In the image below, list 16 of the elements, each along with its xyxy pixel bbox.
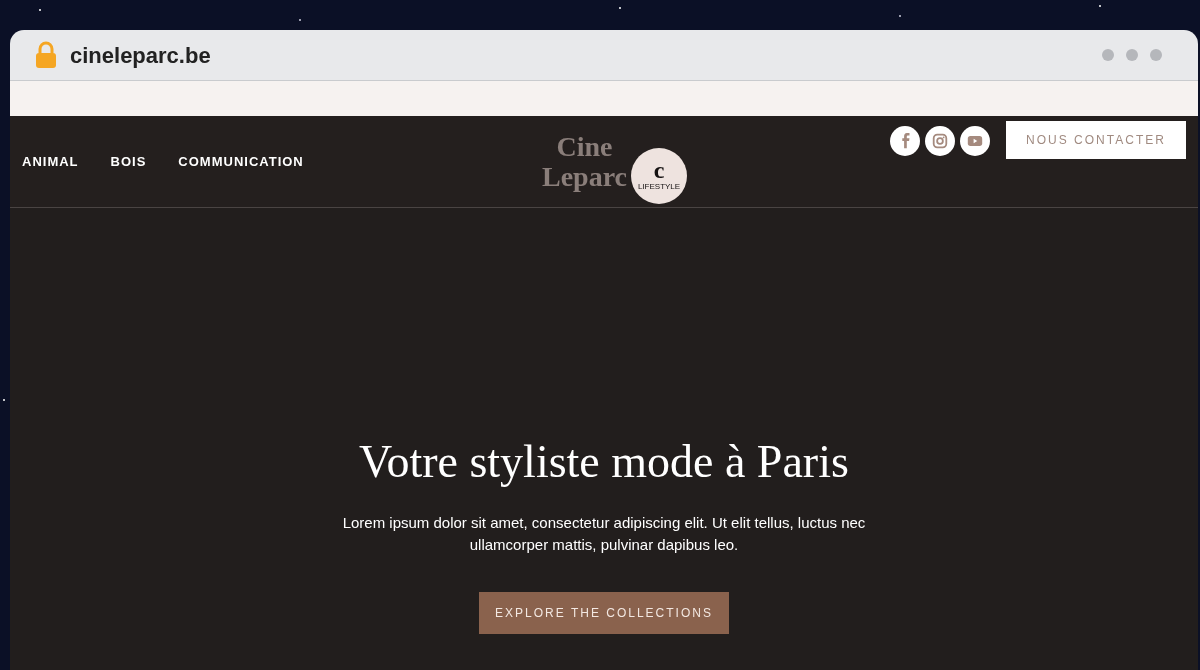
badge-text: LIFESTYLE — [637, 180, 681, 193]
nav-link[interactable]: BOIS — [110, 151, 147, 172]
explore-button[interactable]: EXPLORE THE COLLECTIONS — [479, 592, 729, 634]
hero-text: Lorem ipsum dolor sit amet, consectetur adipiscing elit. Ut elit tellus, luctus nec ullamcorper mattis, pulvinar dapibus leo. — [341, 513, 867, 555]
social-link[interactable] — [890, 126, 920, 156]
social-link[interactable] — [960, 126, 990, 156]
instagram-icon — [931, 132, 949, 150]
address-text[interactable]: cineleparc.be — [70, 38, 1090, 72]
social-link[interactable] — [925, 126, 955, 156]
lock-icon — [34, 41, 58, 69]
hero-title: Votre styliste mode à Paris — [359, 435, 849, 489]
nav-link[interactable]: COMMUNICATION — [178, 151, 304, 172]
logo-text[interactable]: Leparc — [542, 161, 628, 192]
logo-text[interactable]: Cine — [556, 131, 613, 162]
nav-link[interactable]: ANIMAL — [22, 151, 79, 172]
badge-letter: c — [653, 158, 665, 181]
